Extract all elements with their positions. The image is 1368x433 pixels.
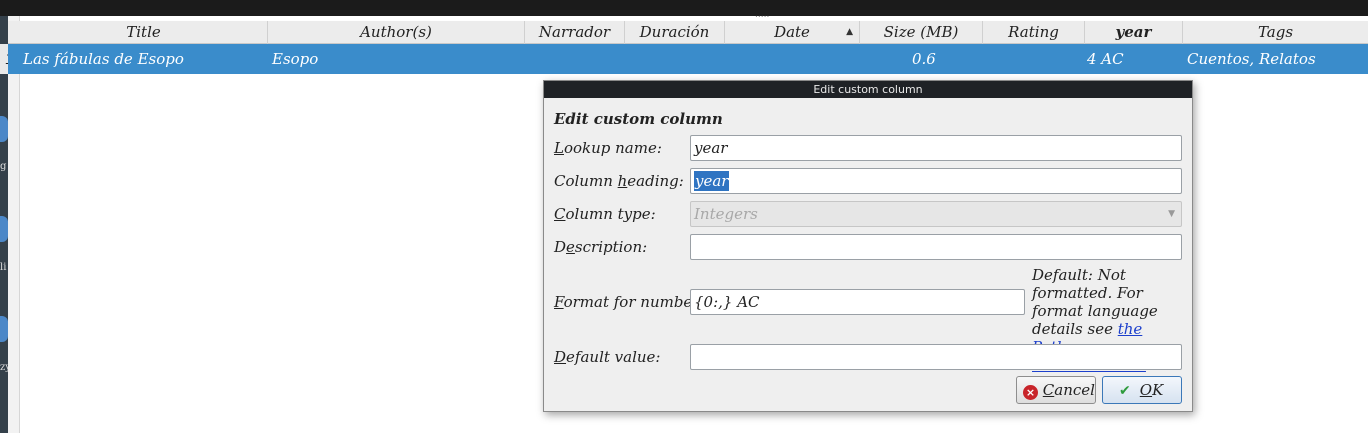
column-type-label: Column type: (554, 205, 656, 223)
default-value-label: Default value: (554, 348, 661, 366)
lookup-name-label: Lookup name: (554, 139, 662, 157)
default-value-input[interactable] (690, 344, 1182, 370)
table-row[interactable]: Las fábulas de Esopo Esopo 0.6 4 AC Cuen… (8, 44, 1368, 74)
cell-title[interactable]: Las fábulas de Esopo (23, 44, 184, 74)
dropdown-caret-icon: ▼ (1168, 209, 1175, 219)
column-heading-input[interactable]: year (690, 168, 1182, 194)
format-numbers-input[interactable]: {0:,} AC (690, 289, 1025, 315)
description-label: Description: (554, 238, 648, 256)
column-header-tags[interactable]: Tags (1183, 21, 1368, 44)
sort-ascending-icon: ▲ (846, 27, 853, 37)
desktop-icon[interactable] (0, 216, 8, 242)
dialog-title-bar[interactable]: Edit custom column (544, 81, 1192, 98)
row-number-gutter (8, 16, 20, 433)
cancel-button[interactable]: × Cancel (1016, 376, 1096, 404)
dialog-heading: Edit custom column (554, 110, 723, 128)
cell-tags[interactable]: Cuentos, Relatos (1187, 44, 1316, 74)
cell-year[interactable]: 4 AC (1087, 44, 1124, 74)
cell-authors[interactable]: Esopo (272, 44, 318, 74)
format-numbers-label: Format for numbers (554, 293, 708, 311)
lookup-name-input[interactable]: year (690, 135, 1182, 161)
splitter-grip[interactable]: ..... (755, 10, 769, 20)
desktop-icon[interactable] (0, 116, 8, 142)
column-header-authors[interactable]: Author(s) (268, 21, 525, 44)
ok-check-icon: ✔ (1119, 383, 1131, 399)
window-top-bar: ..... (0, 0, 1368, 20)
ok-button[interactable]: ✔ OK (1102, 376, 1182, 404)
column-heading-label: Column heading: (554, 172, 684, 190)
column-header-size[interactable]: Size (MB) (860, 21, 983, 44)
selected-text: year (694, 171, 730, 191)
column-header-title[interactable]: Title (20, 21, 268, 44)
column-header-narrador[interactable]: Narrador (525, 21, 625, 44)
desktop-icon[interactable] (0, 316, 8, 342)
edit-custom-column-dialog: Edit custom column Edit custom column Lo… (543, 80, 1193, 412)
column-type-select: Integers ▼ (690, 201, 1182, 227)
description-input[interactable] (690, 234, 1182, 260)
column-header-duracion[interactable]: Duración (625, 21, 725, 44)
cancel-icon: × (1023, 385, 1038, 400)
desktop-edge: g li zy (0, 16, 11, 433)
table-header: Title Author(s) Narrador Duración Date ▲ … (8, 21, 1368, 44)
column-header-date[interactable]: Date ▲ (725, 21, 860, 44)
column-header-rating[interactable]: Rating (983, 21, 1085, 44)
column-header-year[interactable]: year (1085, 21, 1183, 44)
cell-size[interactable]: 0.6 (912, 44, 936, 74)
